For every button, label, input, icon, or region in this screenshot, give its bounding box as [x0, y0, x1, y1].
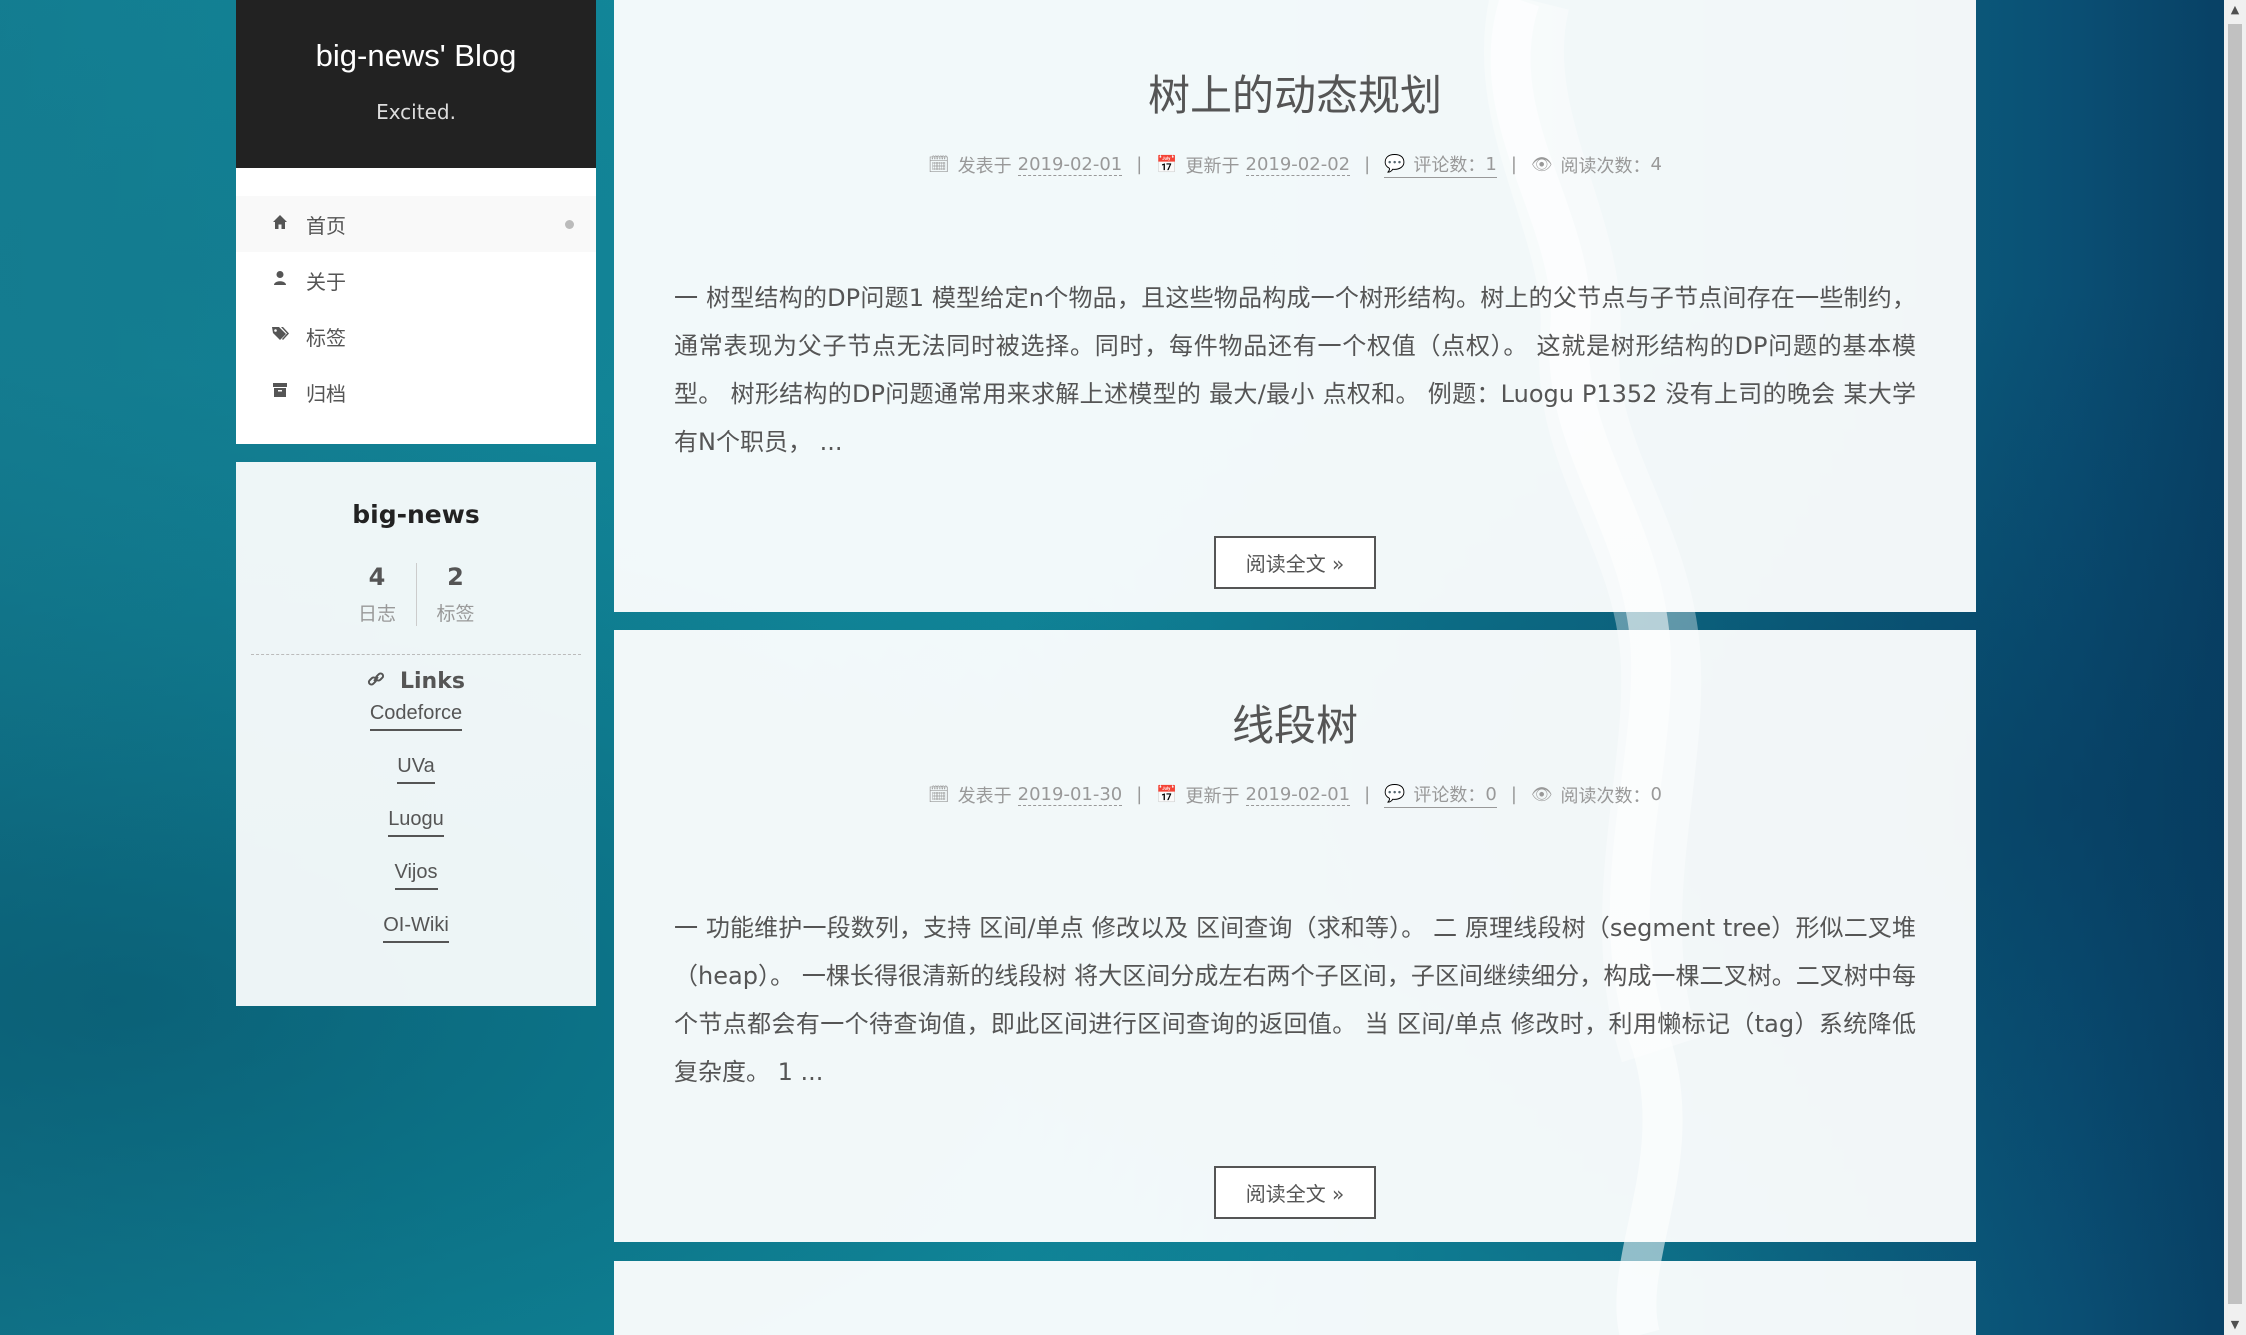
meta-separator: | — [1364, 154, 1371, 175]
tags-icon — [268, 326, 292, 347]
comment-icon: 💬 — [1384, 154, 1406, 174]
comments-link[interactable]: 💬 评论数： 1 — [1384, 151, 1497, 178]
menu-item-about[interactable]: 关于 — [236, 252, 596, 308]
tags-count-stat[interactable]: 2 标签 — [416, 563, 494, 626]
active-indicator-dot — [565, 219, 574, 229]
updated-date: 2019-02-02 — [1245, 153, 1351, 176]
calendar-icon: 🗓 — [928, 154, 950, 175]
read-more-button[interactable]: 阅读全文 » — [1213, 536, 1377, 589]
posted-label: 发表于 — [957, 155, 1012, 177]
vertical-scrollbar[interactable]: ▲ ▼ — [2224, 0, 2246, 1335]
post-meta: 🗓 发表于 2019-01-30 | 📅 更新于 2019-02-01 | 💬 评论数： 0… — [614, 781, 1976, 808]
comment-icon: 💬 — [1384, 784, 1406, 804]
scroll-down-arrow-icon[interactable]: ▼ — [2224, 1315, 2246, 1335]
menu-item-label: 首页 — [306, 213, 346, 238]
author-name: big-news — [352, 500, 480, 529]
post-card: 树上的动态规划 🗓 发表于 2019-02-01 | 📅 更新于 2019-02-02 … — [614, 0, 1976, 612]
views-label: 阅读次数： — [1560, 785, 1651, 807]
menu-item-label: 标签 — [306, 325, 346, 350]
scroll-up-arrow-icon[interactable]: ▲ — [2224, 0, 2246, 20]
link-luogu[interactable]: Luogu — [388, 808, 444, 837]
meta-separator: | — [1136, 154, 1143, 175]
calendar-check-icon: 📅 — [1156, 154, 1178, 175]
meta-separator: | — [1510, 784, 1517, 805]
link-oi-wiki[interactable]: OI-Wiki — [383, 914, 449, 943]
site-brand: big-news' Blog Excited. — [236, 0, 596, 168]
menu-item-archives[interactable]: 归档 — [236, 364, 596, 420]
meta-separator: | — [1364, 784, 1371, 805]
site-menu: 首页 关于 标签 归档 — [236, 168, 596, 444]
stat-count: 2 — [447, 563, 464, 591]
post-title[interactable]: 树上的动态规划 — [614, 62, 1976, 123]
posted-date: 2019-01-30 — [1017, 783, 1123, 806]
stat-label: 标签 — [436, 603, 475, 625]
comments-label: 评论数： — [1413, 785, 1486, 806]
links-title: Links — [400, 669, 465, 694]
site-subtitle: Excited. — [376, 100, 456, 124]
link-uva[interactable]: UVa — [397, 755, 435, 784]
views-count: 0 — [1650, 784, 1662, 805]
blogroll-list: Codeforce UVa Luogu Vijos OI-Wiki — [236, 702, 596, 967]
updated-label: 更新于 — [1185, 155, 1240, 177]
calendar-check-icon: 📅 — [1156, 784, 1178, 805]
updated-date: 2019-02-01 — [1245, 783, 1351, 806]
post-meta: 🗓 发表于 2019-02-01 | 📅 更新于 2019-02-02 | 💬 评论数： 1… — [614, 151, 1976, 178]
author-profile: big-news 4 日志 2 标签 Links Codeforce UVa L… — [236, 462, 596, 1006]
updated-label: 更新于 — [1185, 785, 1240, 807]
stat-label: 日志 — [357, 603, 396, 625]
menu-item-home[interactable]: 首页 — [236, 196, 596, 252]
menu-item-label: 归档 — [306, 381, 346, 406]
post-excerpt: 一 功能维护一段数列，支持 区间/单点 修改以及 区间查询（求和等）。 二 原理… — [674, 914, 1916, 1086]
comments-link[interactable]: 💬 评论数： 0 — [1384, 781, 1497, 808]
link-codeforce[interactable]: Codeforce — [369, 702, 463, 731]
eye-icon: 👁 — [1530, 154, 1553, 175]
eye-icon: 👁 — [1530, 784, 1553, 805]
views-label: 阅读次数： — [1560, 155, 1651, 177]
comments-count: 1 — [1485, 153, 1497, 175]
home-icon — [268, 214, 292, 235]
user-icon — [268, 270, 292, 291]
link-vijos[interactable]: Vijos — [394, 861, 438, 890]
post-card — [614, 1261, 1976, 1335]
calendar-icon: 🗓 — [928, 784, 950, 805]
comments-label: 评论数： — [1413, 155, 1486, 176]
menu-item-label: 关于 — [306, 269, 346, 294]
archive-icon — [268, 382, 292, 403]
meta-separator: | — [1136, 784, 1143, 805]
post-excerpt: 一 树型结构的DP问题1 模型给定n个物品，且这些物品构成一个树形结构。树上的父… — [674, 284, 1916, 456]
posts-count-stat[interactable]: 4 日志 — [338, 563, 416, 626]
menu-item-tags[interactable]: 标签 — [236, 308, 596, 364]
links-heading: Links — [236, 669, 596, 694]
views-count: 4 — [1650, 154, 1662, 175]
link-icon — [367, 669, 392, 693]
site-stats: 4 日志 2 标签 — [236, 563, 596, 626]
profile-divider — [251, 654, 581, 655]
post-title[interactable]: 线段树 — [614, 692, 1976, 753]
posted-label: 发表于 — [957, 785, 1012, 807]
post-card: 线段树 🗓 发表于 2019-01-30 | 📅 更新于 2019-02-01 | 💬 评… — [614, 630, 1976, 1242]
read-more-button[interactable]: 阅读全文 » — [1213, 1166, 1377, 1219]
stat-count: 4 — [368, 563, 386, 591]
site-title[interactable]: big-news' Blog — [236, 0, 596, 74]
meta-separator: | — [1510, 154, 1517, 175]
comments-count: 0 — [1485, 783, 1497, 805]
posted-date: 2019-02-01 — [1017, 153, 1123, 176]
scrollbar-thumb[interactable] — [2228, 24, 2242, 1304]
